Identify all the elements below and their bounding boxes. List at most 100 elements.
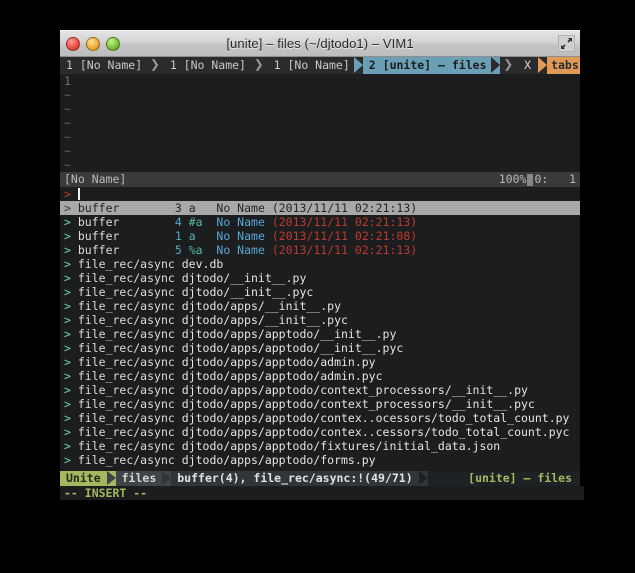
- unite-statusline-badge: Unite: [60, 471, 107, 486]
- candidate-source: file_rec/async: [77, 397, 175, 411]
- unite-statusline: Unite files buffer(4), file_rec/async:!(…: [60, 471, 580, 486]
- unite-prompt-caret: [77, 188, 80, 200]
- tabs-arrow-icon: [538, 57, 548, 74]
- tab-4-unite-files[interactable]: 2 [unite] – files: [362, 57, 491, 74]
- unite-file-row[interactable]: > file_rec/async djtodo/apps/apptodo/__i…: [60, 341, 580, 355]
- candidate-marker-icon: >: [64, 341, 71, 355]
- editor-statusline: [No Name] 100% 0: 1: [60, 172, 580, 187]
- editor-statusline-right: 100% 0: 1: [499, 172, 576, 187]
- tab-2[interactable]: 1 [No Name]: [163, 57, 250, 74]
- unite-buffer-row[interactable]: > buffer 4 #a No Name (2013/11/11 02:21:…: [60, 215, 580, 229]
- candidate-marker-icon: >: [64, 397, 71, 411]
- unite-file-row[interactable]: > file_rec/async djtodo/apps/apptodo/con…: [60, 425, 580, 439]
- candidate-source: file_rec/async: [77, 355, 175, 369]
- candidate-marker-icon: >: [64, 355, 71, 369]
- unite-file-row[interactable]: > file_rec/async djtodo/apps/apptodo/con…: [60, 411, 580, 425]
- unite-buffer-row[interactable]: > buffer 5 %a No Name (2013/11/11 02:21:…: [60, 243, 580, 257]
- unite-file-row[interactable]: > file_rec/async djtodo/apps/apptodo/for…: [60, 453, 580, 467]
- candidate-source: file_rec/async: [77, 369, 175, 383]
- candidate-source: file_rec/async: [77, 299, 175, 313]
- unite-file-row[interactable]: > file_rec/async djtodo/apps/__init__.py: [60, 299, 580, 313]
- unite-prompt[interactable]: >: [60, 187, 580, 201]
- candidate-marker-icon: >: [64, 285, 71, 299]
- candidate-source: file_rec/async: [77, 257, 175, 271]
- candidate-path: djtodo/apps/__init__.pyc: [181, 313, 348, 327]
- unite-file-row[interactable]: > file_rec/async djtodo/__init__.pyc: [60, 285, 580, 299]
- candidate-source: file_rec/async: [77, 411, 175, 425]
- unite-candidate-list[interactable]: > buffer 3 a No Name (2013/11/11 02:21:1…: [60, 201, 580, 467]
- candidate-path: djtodo/__init__.pyc: [181, 285, 314, 299]
- statusline-arrow-icon: [162, 471, 172, 486]
- candidate-buffer-flags: a: [188, 229, 196, 243]
- tabline-close-button[interactable]: X: [517, 57, 539, 74]
- editor-line-1: 1: [60, 74, 580, 88]
- unite-file-row[interactable]: > file_rec/async djtodo/apps/__init__.py…: [60, 313, 580, 327]
- editor-line-number: 1: [64, 74, 71, 88]
- unite-file-row[interactable]: > file_rec/async djtodo/apps/apptodo/fix…: [60, 439, 580, 453]
- unite-statusline-context: buffer(4), file_rec/async:!(49/71): [171, 471, 419, 486]
- candidate-marker-icon: >: [64, 215, 71, 229]
- zoom-button[interactable]: [106, 37, 120, 51]
- candidate-path: djtodo/apps/apptodo/admin.py: [181, 355, 376, 369]
- candidate-path: djtodo/__init__.py: [181, 271, 307, 285]
- unite-file-row[interactable]: > file_rec/async djtodo/apps/apptodo/con…: [60, 383, 580, 397]
- candidate-marker-icon: >: [64, 453, 71, 467]
- editor-pane[interactable]: 1 ~ ~ ~ ~ ~ ~: [60, 74, 580, 172]
- candidate-source: file_rec/async: [77, 341, 175, 355]
- candidate-marker-icon: >: [64, 243, 71, 257]
- candidate-marker-icon: >: [64, 439, 71, 453]
- unite-file-row[interactable]: > file_rec/async djtodo/__init__.py: [60, 271, 580, 285]
- candidate-buffer-number: 4: [174, 215, 182, 229]
- unite-file-row[interactable]: > file_rec/async djtodo/apps/apptodo/adm…: [60, 369, 580, 383]
- candidate-path: djtodo/apps/apptodo/admin.pyc: [181, 369, 383, 383]
- screen: [unite] – files (~/djtodo1) – VIM1 1 [No…: [0, 0, 635, 573]
- candidate-source: file_rec/async: [77, 327, 175, 341]
- tab-close-chevron-icon: ❯: [503, 59, 514, 71]
- candidate-buffer-date: (2013/11/11 02:21:13): [271, 201, 418, 215]
- candidate-buffer-date: (2013/11/11 02:21:13): [271, 215, 418, 229]
- candidate-marker-icon: >: [64, 383, 71, 397]
- window-controls: [66, 37, 120, 51]
- candidate-path: djtodo/apps/apptodo/__init__.pyc: [181, 341, 404, 355]
- candidate-buffer-name: No Name: [216, 215, 265, 229]
- tab-1[interactable]: 1 [No Name]: [60, 57, 147, 74]
- unite-file-row[interactable]: > file_rec/async djtodo/apps/apptodo/__i…: [60, 327, 580, 341]
- candidate-source: file_rec/async: [77, 271, 175, 285]
- candidate-kind: buffer: [77, 243, 120, 257]
- editor-filler-row: ~: [64, 88, 71, 102]
- editor-filler-row: ~: [64, 130, 71, 144]
- tabline: 1 [No Name] ❯ 1 [No Name] ❯ 1 [No Name] …: [60, 57, 580, 74]
- unite-prompt-mark: >: [64, 187, 71, 201]
- vim-mode-indicator: -- INSERT --: [60, 486, 584, 500]
- unite-buffer-row[interactable]: > buffer 1 a No Name (2013/11/11 02:21:0…: [60, 229, 580, 243]
- candidate-kind: buffer: [77, 215, 120, 229]
- candidate-kind: buffer: [77, 201, 120, 215]
- window-title: [unite] – files (~/djtodo1) – VIM1: [226, 36, 414, 51]
- candidate-marker-icon: >: [64, 313, 71, 327]
- fullscreen-arrows-icon[interactable]: [557, 34, 576, 53]
- minimize-button[interactable]: [86, 37, 100, 51]
- close-button[interactable]: [66, 37, 80, 51]
- candidate-path: djtodo/apps/apptodo/fixtures/initial_dat…: [181, 439, 501, 453]
- unite-file-row[interactable]: > file_rec/async djtodo/apps/apptodo/adm…: [60, 355, 580, 369]
- unite-statusline-profile: files: [115, 471, 163, 486]
- candidate-marker-icon: >: [64, 411, 71, 425]
- editor-filler-row: ~: [64, 158, 71, 172]
- candidate-path: djtodo/apps/apptodo/__init__.py: [181, 327, 397, 341]
- tab-arrow-icon: [490, 57, 500, 74]
- editor-filler-row: ~: [64, 144, 71, 158]
- candidate-marker-icon: >: [64, 201, 71, 215]
- vim-window: [unite] – files (~/djtodo1) – VIM1 1 [No…: [60, 30, 584, 500]
- candidate-path: djtodo/apps/apptodo/contex..ocessors/tod…: [181, 411, 570, 425]
- tabline-tabs-label[interactable]: tabs: [547, 57, 580, 74]
- tab-3[interactable]: 1 [No Name]: [267, 57, 354, 74]
- tab-arrow-icon: [353, 57, 363, 74]
- unite-statusline-right: [unite] – files: [460, 471, 580, 486]
- unite-file-row[interactable]: > file_rec/async djtodo/apps/apptodo/con…: [60, 397, 580, 411]
- tab-separator-chevron-icon: ❯: [253, 59, 264, 71]
- unite-file-row[interactable]: > file_rec/async dev.db: [60, 257, 580, 271]
- unite-buffer-row[interactable]: > buffer 3 a No Name (2013/11/11 02:21:1…: [60, 201, 580, 215]
- candidate-path: djtodo/apps/__init__.py: [181, 299, 341, 313]
- candidate-marker-icon: >: [64, 271, 71, 285]
- unite-statusline-spacer: [427, 471, 461, 486]
